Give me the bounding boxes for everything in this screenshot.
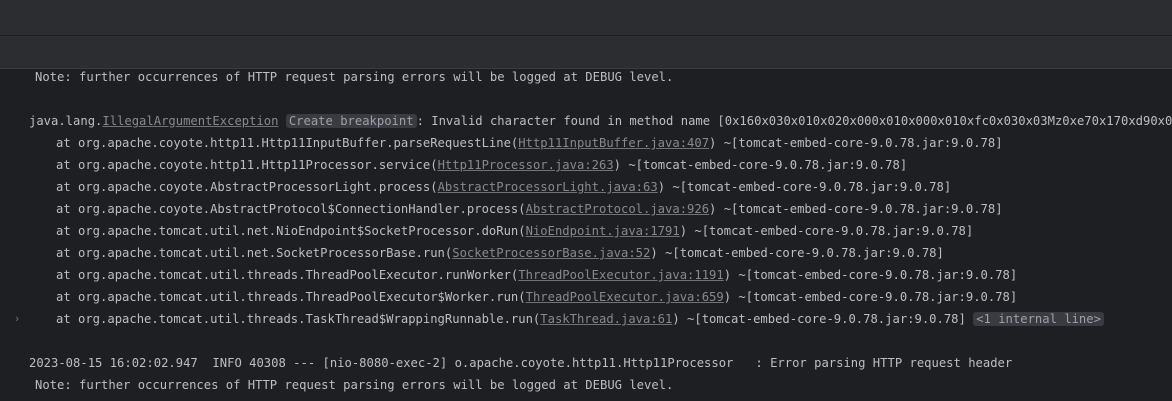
stack-frame-method: at org.apache.coyote.http11.Http11Proces… — [56, 158, 438, 172]
log-line-text: Note: further occurrences of HTTP reques… — [35, 70, 674, 84]
source-link[interactable]: NioEndpoint.java:1791 — [526, 224, 680, 238]
log-line-text: Note: further occurrences of HTTP reques… — [35, 378, 674, 392]
console-output[interactable]: Note: further occurrences of HTTP reques… — [0, 69, 1172, 401]
stack-frame-line: › at org.apache.tomcat.util.threads.Task… — [0, 311, 1172, 333]
exception-message: : Invalid character found in method name… — [416, 114, 1172, 128]
stack-frame-method: at org.apache.tomcat.util.net.NioEndpoin… — [56, 224, 526, 238]
exception-package: java.lang. — [29, 114, 103, 128]
source-link[interactable]: Http11Processor.java:263 — [438, 158, 614, 172]
stack-frame-method: at org.apache.tomcat.util.threads.TaskTh… — [56, 312, 541, 326]
stack-frame-line: at org.apache.coyote.http11.Http11Proces… — [0, 157, 1172, 179]
stack-frame-line: at org.apache.tomcat.util.threads.Thread… — [0, 267, 1172, 289]
stack-frame-jar: ) ~[tomcat-embed-core-9.0.78.jar:9.0.78] — [672, 312, 966, 326]
source-link[interactable]: TaskThread.java:61 — [540, 312, 672, 326]
stack-frame-method: at org.apache.tomcat.util.net.SocketProc… — [56, 246, 453, 260]
log-line-text: 2023-08-15 16:02:02.947 INFO 40308 --- [… — [29, 356, 1013, 370]
stack-frame-line: at org.apache.coyote.AbstractProtocol$Co… — [0, 201, 1172, 223]
source-link[interactable]: Http11InputBuffer.java:407 — [518, 136, 709, 150]
log-line: Note: further occurrences of HTTP reques… — [0, 377, 1172, 399]
source-link[interactable]: ThreadPoolExecutor.java:659 — [526, 290, 724, 304]
exception-header-line: java.lang.IllegalArgumentException Creat… — [0, 113, 1172, 135]
stack-frame-method: at org.apache.tomcat.util.threads.Thread… — [56, 268, 519, 282]
stack-frame-jar: ) ~[tomcat-embed-core-9.0.78.jar:9.0.78] — [723, 290, 1018, 304]
create-breakpoint-link[interactable]: Create breakpoint — [285, 114, 417, 128]
stack-frame-jar: ) ~[tomcat-embed-core-9.0.78.jar:9.0.78] — [709, 202, 1003, 216]
stack-frame-line: at org.apache.tomcat.util.net.NioEndpoin… — [0, 223, 1172, 245]
exception-class-link[interactable]: IllegalArgumentException — [102, 114, 278, 128]
chevron-right-icon[interactable]: › — [15, 311, 25, 327]
stack-frame-method: at org.apache.coyote.http11.Http11InputB… — [56, 136, 519, 150]
stack-frame-jar: ) ~[tomcat-embed-core-9.0.78.jar:9.0.78] — [657, 180, 952, 194]
stack-frame-method: at org.apache.coyote.AbstractProtocol$Co… — [56, 202, 526, 216]
title-bar — [0, 0, 1172, 35]
stack-frame-line: at org.apache.tomcat.util.threads.Thread… — [0, 289, 1172, 311]
stack-frame-line: at org.apache.coyote.AbstractProcessorLi… — [0, 179, 1172, 201]
console-toolbar — [0, 35, 1172, 69]
stack-frame-jar: ) ~[tomcat-embed-core-9.0.78.jar:9.0.78] — [679, 224, 974, 238]
source-link[interactable]: AbstractProtocol.java:926 — [526, 202, 709, 216]
source-link[interactable]: ThreadPoolExecutor.java:1191 — [518, 268, 723, 282]
stack-frame-line: at org.apache.coyote.http11.Http11InputB… — [0, 135, 1172, 157]
stack-frame-jar: ) ~[tomcat-embed-core-9.0.78.jar:9.0.78] — [709, 136, 1003, 150]
stack-frame-jar: ) ~[tomcat-embed-core-9.0.78.jar:9.0.78] — [650, 246, 944, 260]
log-line: Note: further occurrences of HTTP reques… — [0, 69, 1172, 91]
ide-window: Note: further occurrences of HTTP reques… — [0, 0, 1172, 401]
internal-lines-fold[interactable]: <1 internal line> — [973, 312, 1104, 326]
source-link[interactable]: AbstractProcessorLight.java:63 — [438, 180, 658, 194]
log-line: 2023-08-15 16:02:02.947 INFO 40308 --- [… — [0, 355, 1172, 377]
stack-frame-method: at org.apache.coyote.AbstractProcessorLi… — [56, 180, 438, 194]
stack-frame-jar: ) ~[tomcat-embed-core-9.0.78.jar:9.0.78] — [723, 268, 1018, 282]
stack-frame-method: at org.apache.tomcat.util.threads.Thread… — [56, 290, 526, 304]
stack-frame-jar: ) ~[tomcat-embed-core-9.0.78.jar:9.0.78] — [613, 158, 908, 172]
stack-frame-line: at org.apache.tomcat.util.net.SocketProc… — [0, 245, 1172, 267]
source-link[interactable]: SocketProcessorBase.java:52 — [452, 246, 650, 260]
